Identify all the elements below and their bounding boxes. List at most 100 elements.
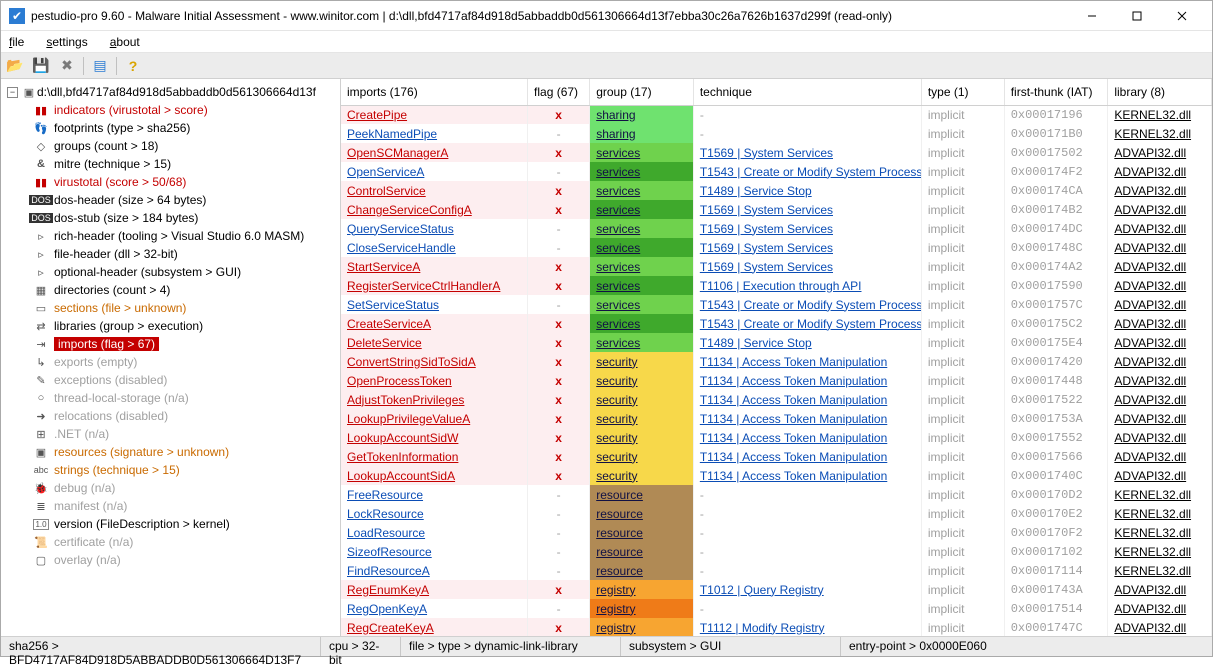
technique-link[interactable]: T1134 | Access Token Manipulation [700, 450, 887, 464]
group-cell[interactable]: services [590, 181, 694, 200]
tree-node[interactable]: ▦directories (count > 4) [5, 281, 340, 299]
group-cell[interactable]: security [590, 371, 694, 390]
import-name[interactable]: SizeofResource [347, 545, 432, 559]
table-row[interactable]: SetServiceStatus-servicesT1543 | Create … [341, 295, 1212, 314]
library-cell[interactable]: ADVAPI32.dll [1108, 219, 1212, 238]
library-cell[interactable]: ADVAPI32.dll [1108, 143, 1212, 162]
import-name[interactable]: OpenServiceA [347, 165, 424, 179]
minimize-button[interactable] [1069, 2, 1114, 30]
technique-link[interactable]: T1106 | Execution through API [700, 279, 862, 293]
table-row[interactable]: RegisterServiceCtrlHandlerAxservicesT110… [341, 276, 1212, 295]
import-name[interactable]: OpenProcessToken [347, 374, 452, 388]
delete-icon[interactable]: ✖ [57, 56, 77, 76]
table-row[interactable]: QueryServiceStatus-servicesT1569 | Syste… [341, 219, 1212, 238]
library-cell[interactable]: ADVAPI32.dll [1108, 466, 1212, 485]
library-cell[interactable]: KERNEL32.dll [1108, 561, 1212, 580]
library-cell[interactable]: ADVAPI32.dll [1108, 162, 1212, 181]
tree-node[interactable]: 👣footprints (type > sha256) [5, 119, 340, 137]
import-name[interactable]: SetServiceStatus [347, 298, 439, 312]
table-row[interactable]: ConvertStringSidToSidAxsecurityT1134 | A… [341, 352, 1212, 371]
col-group[interactable]: group (17) [590, 79, 694, 105]
maximize-button[interactable] [1114, 2, 1159, 30]
group-cell[interactable]: services [590, 219, 694, 238]
group-cell[interactable]: services [590, 276, 694, 295]
library-cell[interactable]: ADVAPI32.dll [1108, 428, 1212, 447]
group-cell[interactable]: services [590, 238, 694, 257]
table-row[interactable]: RegCreateKeyAxregistryT1112 | Modify Reg… [341, 618, 1212, 636]
library-cell[interactable]: ADVAPI32.dll [1108, 200, 1212, 219]
group-cell[interactable]: security [590, 466, 694, 485]
library-cell[interactable]: ADVAPI32.dll [1108, 371, 1212, 390]
col-imports[interactable]: imports (176) [341, 79, 528, 105]
import-name[interactable]: DeleteService [347, 336, 422, 350]
table-row[interactable]: StartServiceAxservicesT1569 | System Ser… [341, 257, 1212, 276]
group-cell[interactable]: services [590, 143, 694, 162]
group-cell[interactable]: services [590, 333, 694, 352]
menu-settings[interactable]: settings [44, 33, 89, 51]
import-name[interactable]: StartServiceA [347, 260, 420, 274]
table-row[interactable]: FreeResource-resource-implicit0x000170D2… [341, 485, 1212, 504]
library-cell[interactable]: ADVAPI32.dll [1108, 333, 1212, 352]
library-cell[interactable]: KERNEL32.dll [1108, 504, 1212, 523]
tree-node[interactable]: &mitre (technique > 15) [5, 155, 340, 173]
group-cell[interactable]: registry [590, 599, 694, 618]
import-name[interactable]: PeekNamedPipe [347, 127, 437, 141]
table-row[interactable]: RegOpenKeyA-registry-implicit0x00017514A… [341, 599, 1212, 618]
import-name[interactable]: FindResourceA [347, 564, 430, 578]
import-name[interactable]: RegCreateKeyA [347, 621, 434, 635]
group-cell[interactable]: registry [590, 618, 694, 636]
library-cell[interactable]: ADVAPI32.dll [1108, 390, 1212, 409]
tree-node[interactable]: ◇groups (count > 18) [5, 137, 340, 155]
tree-node[interactable]: DOSdos-stub (size > 184 bytes) [5, 209, 340, 227]
library-cell[interactable]: ADVAPI32.dll [1108, 599, 1212, 618]
library-cell[interactable]: KERNEL32.dll [1108, 105, 1212, 124]
technique-link[interactable]: T1569 | System Services [700, 203, 833, 217]
library-cell[interactable]: ADVAPI32.dll [1108, 580, 1212, 599]
table-row[interactable]: CreatePipexsharing-implicit0x00017196KER… [341, 105, 1212, 124]
table-row[interactable]: SizeofResource-resource-implicit0x000171… [341, 542, 1212, 561]
tree-node[interactable]: ⇄libraries (group > execution) [5, 317, 340, 335]
table-row[interactable]: OpenServiceA-servicesT1543 | Create or M… [341, 162, 1212, 181]
technique-link[interactable]: T1543 | Create or Modify System Process [700, 165, 921, 179]
import-name[interactable]: LockResource [347, 507, 424, 521]
tree-node[interactable]: ○thread-local-storage (n/a) [5, 389, 340, 407]
import-name[interactable]: RegisterServiceCtrlHandlerA [347, 279, 500, 293]
technique-link[interactable]: T1134 | Access Token Manipulation [700, 355, 887, 369]
table-row[interactable]: OpenProcessTokenxsecurityT1134 | Access … [341, 371, 1212, 390]
table-row[interactable]: ControlServicexservicesT1489 | Service S… [341, 181, 1212, 200]
library-cell[interactable]: ADVAPI32.dll [1108, 238, 1212, 257]
table-row[interactable]: RegEnumKeyAxregistryT1012 | Query Regist… [341, 580, 1212, 599]
tree-node[interactable]: ▹optional-header (subsystem > GUI) [5, 263, 340, 281]
group-cell[interactable]: security [590, 447, 694, 466]
library-cell[interactable]: KERNEL32.dll [1108, 124, 1212, 143]
technique-link[interactable]: T1112 | Modify Registry [700, 621, 825, 635]
import-name[interactable]: RegOpenKeyA [347, 602, 427, 616]
technique-link[interactable]: T1134 | Access Token Manipulation [700, 412, 887, 426]
tree-node[interactable]: ▭sections (file > unknown) [5, 299, 340, 317]
col-type[interactable]: type (1) [921, 79, 1004, 105]
technique-link[interactable]: T1134 | Access Token Manipulation [700, 469, 887, 483]
tree-node[interactable]: 1.0version (FileDescription > kernel) [5, 515, 340, 533]
table-row[interactable]: CloseServiceHandle-servicesT1569 | Syste… [341, 238, 1212, 257]
import-name[interactable]: RegEnumKeyA [347, 583, 429, 597]
collapse-icon[interactable]: − [7, 87, 18, 98]
import-name[interactable]: ControlService [347, 184, 426, 198]
help-icon[interactable]: ? [123, 56, 143, 76]
group-cell[interactable]: sharing [590, 124, 694, 143]
import-name[interactable]: LookupAccountSidW [347, 431, 458, 445]
group-cell[interactable]: security [590, 352, 694, 371]
import-name[interactable]: GetTokenInformation [347, 450, 458, 464]
group-cell[interactable]: resource [590, 523, 694, 542]
tree-node[interactable]: ▢overlay (n/a) [5, 551, 340, 569]
technique-link[interactable]: T1134 | Access Token Manipulation [700, 374, 887, 388]
group-cell[interactable]: resource [590, 561, 694, 580]
library-cell[interactable]: ADVAPI32.dll [1108, 618, 1212, 636]
open-icon[interactable]: 📂 [5, 56, 25, 76]
technique-link[interactable]: T1569 | System Services [700, 222, 833, 236]
group-cell[interactable]: services [590, 295, 694, 314]
group-cell[interactable]: services [590, 257, 694, 276]
imports-table-panel[interactable]: imports (176) flag (67) group (17) techn… [341, 79, 1212, 636]
table-row[interactable]: LookupPrivilegeValueAxsecurityT1134 | Ac… [341, 409, 1212, 428]
table-row[interactable]: LoadResource-resource-implicit0x000170F2… [341, 523, 1212, 542]
import-name[interactable]: LoadResource [347, 526, 425, 540]
